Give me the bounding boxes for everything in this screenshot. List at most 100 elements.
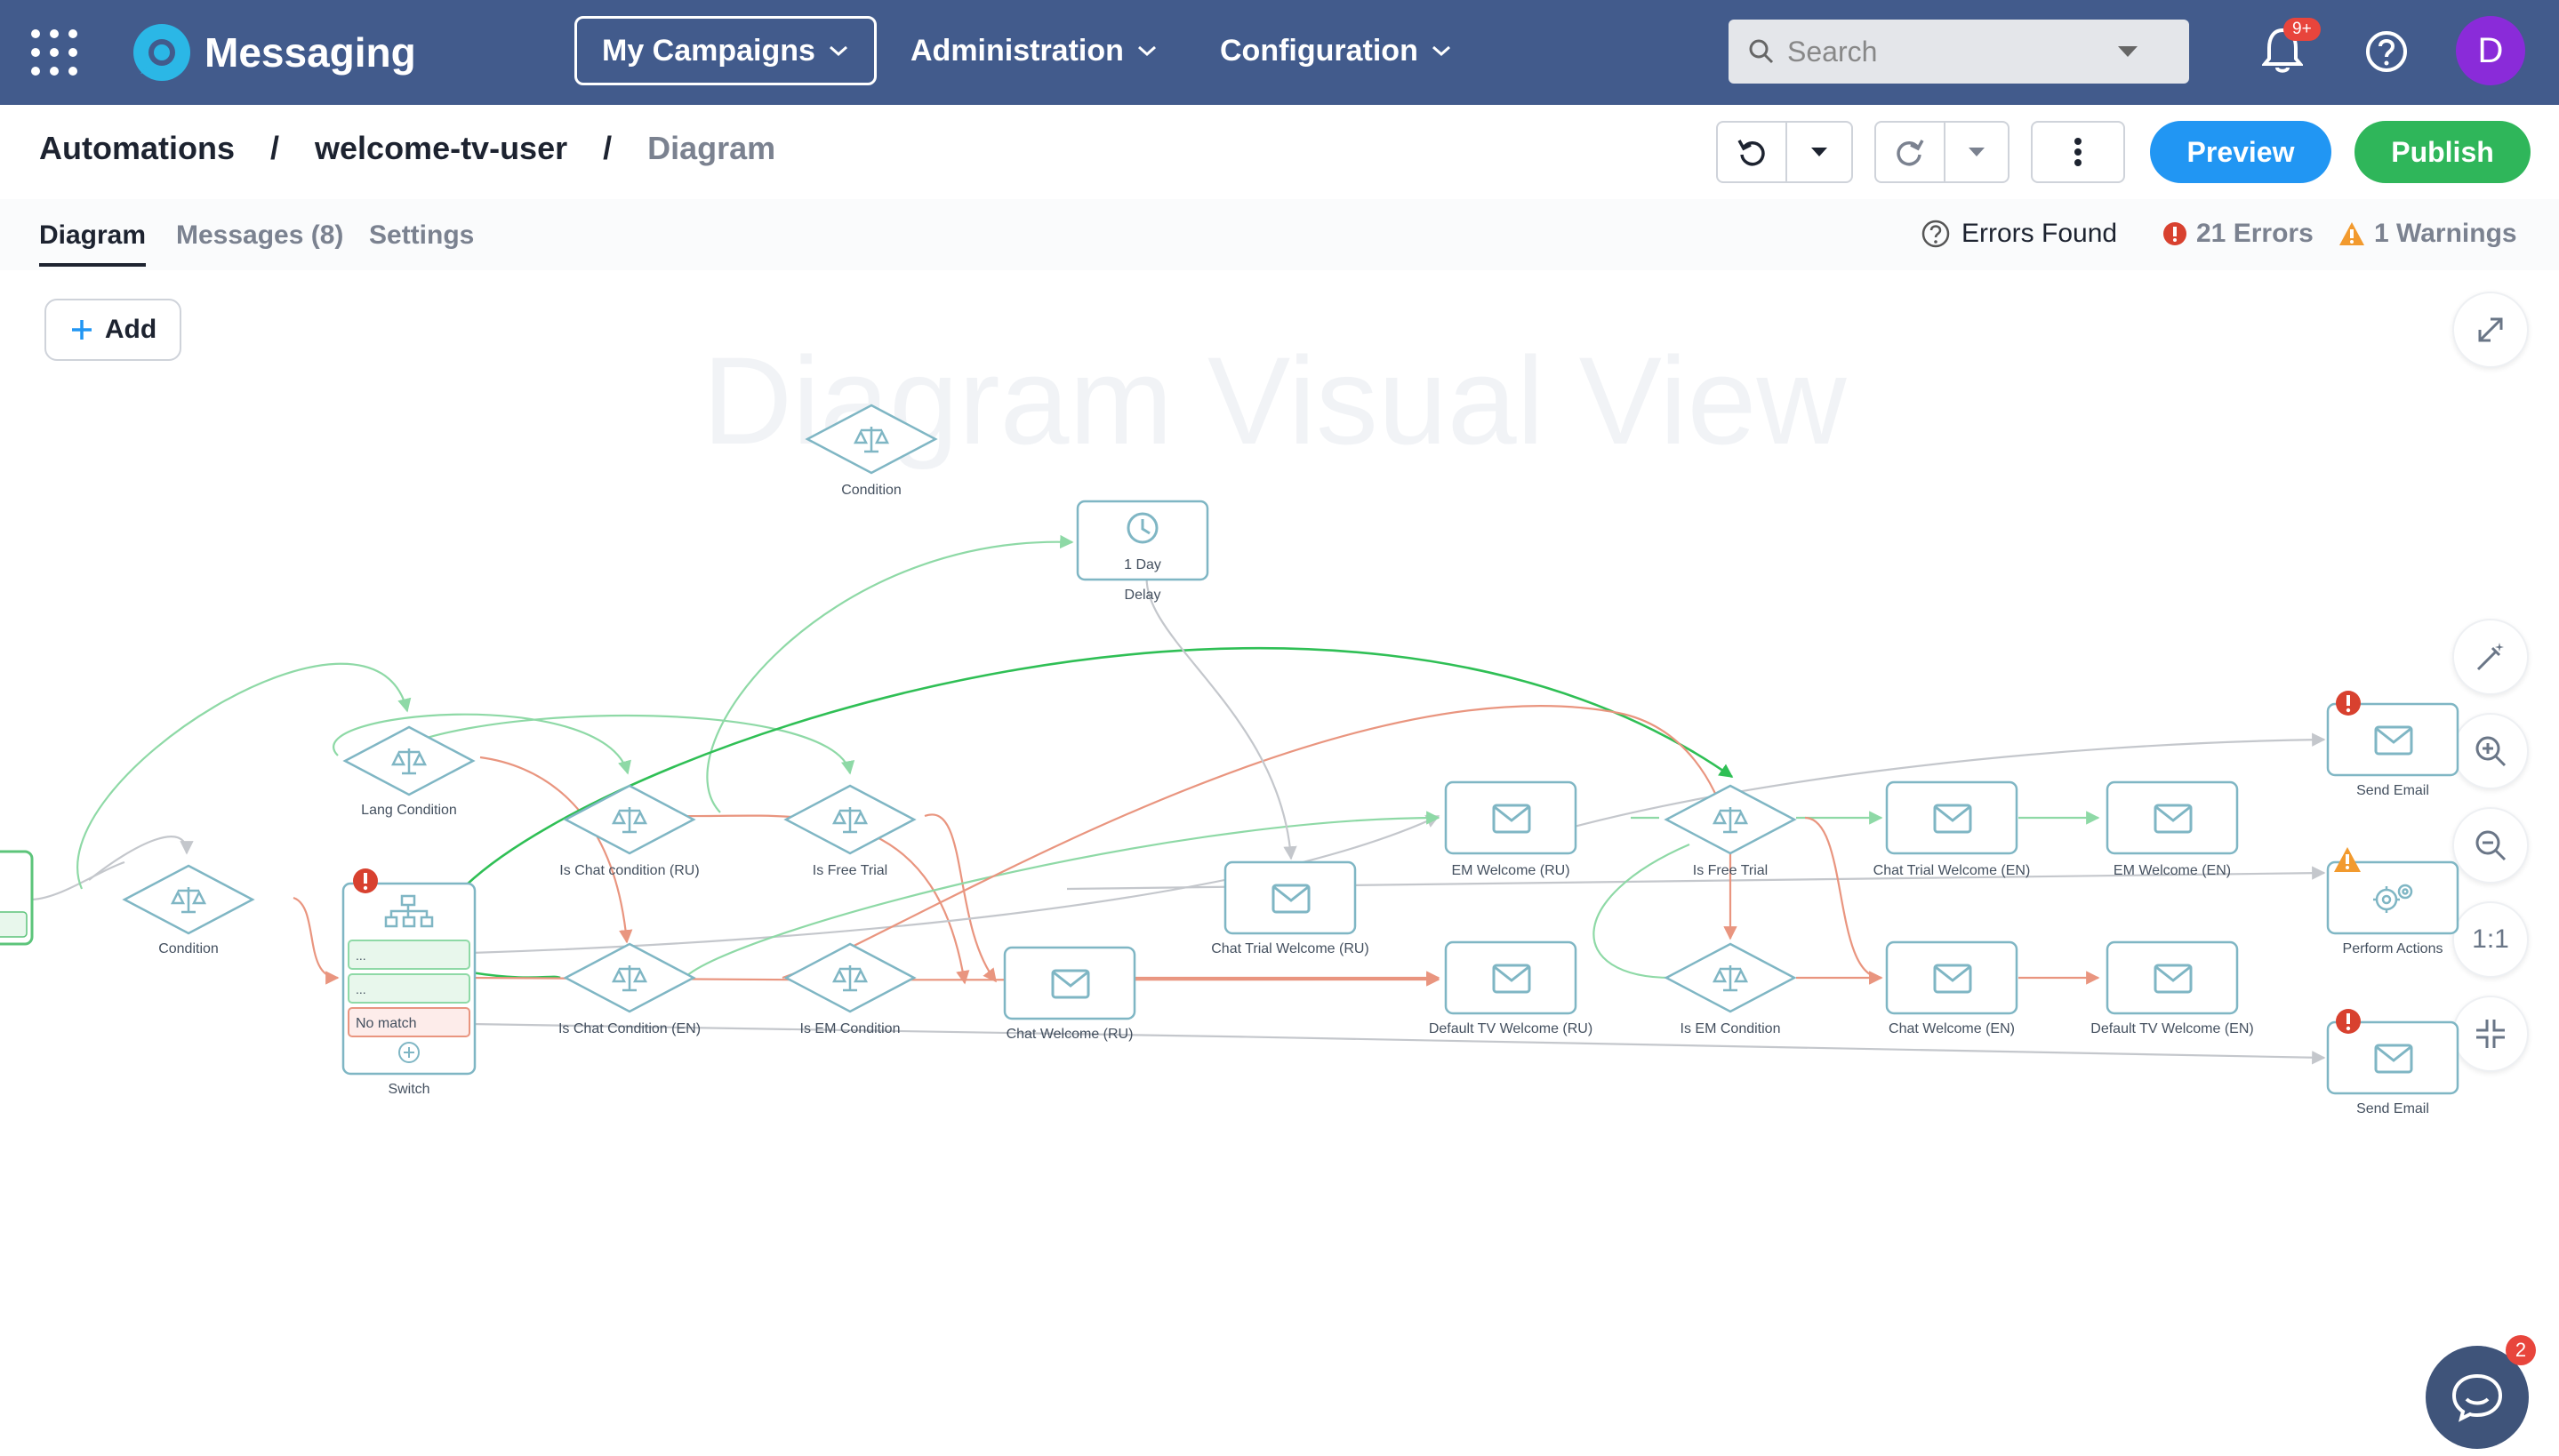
chevron-down-icon [1432, 45, 1450, 57]
node-label: Is Chat condition (RU) [559, 863, 699, 878]
delay-value: 1 Day [1124, 557, 1161, 572]
node-label: EM Welcome (RU) [1451, 863, 1569, 878]
errors-found-label: Errors Found [1961, 219, 2118, 248]
breadcrumb-automations[interactable]: Automations [39, 130, 235, 167]
app-name: Messaging [205, 29, 416, 76]
errors-found-status[interactable]: Errors Found [1921, 219, 2117, 249]
condition-node-left[interactable]: Condition [122, 864, 255, 956]
warning-badge-icon[interactable] [2334, 847, 2361, 872]
tab-messages[interactable]: Messages (8) [176, 220, 343, 263]
tab-settings[interactable]: Settings [369, 220, 474, 263]
chevron-down-icon [1137, 45, 1156, 57]
nav-my-campaigns-label: My Campaigns [602, 33, 815, 68]
node-label: EM Welcome (EN) [2114, 863, 2231, 878]
node-label: Is Free Trial [813, 863, 887, 878]
breadcrumb-separator: / [603, 130, 613, 166]
breadcrumb-separator: / [270, 130, 280, 166]
switch-case-label: ... [356, 982, 366, 996]
node-label: Chat Welcome (RU) [1007, 1027, 1134, 1042]
switch-node[interactable]: ... ... No match Switch [341, 882, 477, 1097]
em-welcome-en-node[interactable]: EM Welcome (EN) [2106, 780, 2239, 878]
node-label: Is Free Trial [1693, 863, 1768, 878]
error-badge-icon[interactable] [2336, 691, 2361, 716]
switch-no-match-label: No match [356, 1016, 416, 1031]
delay-node[interactable]: 1 Day Delay [1076, 500, 1209, 603]
is-em-condition-node-1[interactable]: Is EM Condition [783, 942, 917, 1036]
messaging-logo-icon [133, 24, 190, 81]
undo-group [1716, 121, 1853, 183]
send-email-node-1[interactable]: Send Email [2326, 702, 2459, 798]
node-label: Send Email [2356, 1101, 2429, 1116]
send-email-node-2[interactable]: Send Email [2326, 1020, 2459, 1116]
chat-badge: 2 [2506, 1335, 2536, 1365]
question-circle-icon [1921, 220, 1950, 248]
app-grid-icon[interactable] [28, 27, 80, 78]
tab-diagram[interactable]: Diagram [39, 220, 147, 267]
breadcrumb-campaign[interactable]: welcome-tv-user [315, 130, 567, 167]
nav-administration-label: Administration [910, 33, 1124, 68]
error-icon [2163, 222, 2186, 245]
node-label: Switch [388, 1082, 429, 1097]
search-input[interactable] [1787, 35, 2116, 68]
node-label: Send Email [2356, 783, 2429, 798]
perform-actions-node[interactable]: Perform Actions [2326, 860, 2459, 956]
warnings-count-label: 1 Warnings [2374, 219, 2517, 248]
redo-group [1874, 121, 2009, 183]
search-box[interactable] [1729, 20, 2189, 84]
condition-node-top[interactable]: Condition [805, 404, 938, 498]
preview-button[interactable]: Preview [2150, 121, 2331, 183]
is-em-condition-node-2[interactable]: Is EM Condition [1664, 942, 1797, 1036]
help-icon[interactable] [2365, 30, 2408, 77]
more-options-icon[interactable] [2031, 121, 2125, 183]
publish-button[interactable]: Publish [2354, 121, 2531, 183]
top-navigation-bar: Messaging My Campaigns Administration Co… [0, 0, 2559, 105]
chat-welcome-en-node[interactable]: Chat Welcome (EN) [1885, 940, 2018, 1036]
undo-history-dropdown[interactable] [1787, 123, 1851, 181]
errors-count-label: 21 Errors [2196, 219, 2314, 248]
warnings-count[interactable]: 1 Warnings [2338, 219, 2517, 249]
breadcrumb: Automations / welcome-tv-user / Diagram [39, 130, 775, 167]
chat-welcome-ru-node[interactable]: Chat Welcome (RU) [1003, 946, 1136, 1042]
nav-my-campaigns[interactable]: My Campaigns [574, 16, 877, 85]
node-label: Is Chat Condition (EN) [558, 1021, 701, 1036]
brand[interactable]: Messaging [132, 21, 416, 84]
switch-case-row[interactable] [348, 940, 470, 970]
is-chat-condition-en-node[interactable]: Is Chat Condition (EN) [558, 942, 701, 1036]
node-label: Is EM Condition [1681, 1021, 1781, 1036]
switch-case-row[interactable] [348, 973, 470, 1004]
redo-icon[interactable] [1876, 123, 1945, 181]
nav-administration[interactable]: Administration [910, 16, 1158, 85]
notifications-badge: 9+ [2283, 18, 2321, 41]
user-avatar[interactable]: D [2456, 16, 2525, 85]
chevron-down-icon [829, 45, 847, 57]
chat-trial-welcome-en-node[interactable]: Chat Trial Welcome (EN) [1873, 780, 2031, 878]
redo-history-dropdown[interactable] [1945, 123, 2008, 181]
automation-diagram: Condition 1 Day Delay Lang Condition Con… [0, 404, 2459, 1116]
node-label: Perform Actions [2343, 941, 2443, 956]
default-tv-welcome-ru-node[interactable]: Default TV Welcome (RU) [1429, 940, 1592, 1036]
nav-configuration[interactable]: Configuration [1220, 16, 1452, 85]
em-welcome-ru-node[interactable]: EM Welcome (RU) [1444, 780, 1577, 878]
is-free-trial-node-2[interactable]: Is Free Trial [1664, 784, 1797, 878]
chat-bubble-icon [2451, 1373, 2503, 1422]
errors-count[interactable]: 21 Errors [2162, 219, 2314, 249]
node-label: Is EM Condition [800, 1021, 901, 1036]
undo-icon[interactable] [1718, 123, 1787, 181]
is-free-trial-node-1[interactable]: Is Free Trial [783, 784, 917, 878]
error-badge-icon[interactable] [2336, 1009, 2361, 1034]
offscreen-start-node-row [0, 911, 28, 938]
is-chat-condition-ru-node[interactable]: Is Chat condition (RU) [559, 784, 700, 878]
breadcrumb-current: Diagram [647, 130, 776, 166]
caret-down-icon [1969, 148, 1985, 156]
chat-trial-welcome-ru-node[interactable]: Chat Trial Welcome (RU) [1211, 860, 1369, 956]
switch-case-label: ... [356, 948, 366, 963]
default-tv-welcome-en-node[interactable]: Default TV Welcome (EN) [2090, 940, 2254, 1036]
caret-down-icon[interactable] [2116, 44, 2139, 59]
node-label: Delay [1125, 588, 1161, 603]
error-badge-icon[interactable] [353, 868, 378, 893]
node-label: Chat Welcome (EN) [1889, 1021, 2015, 1036]
nav-configuration-label: Configuration [1220, 33, 1418, 68]
node-label: Condition [841, 483, 902, 498]
node-label: Chat Trial Welcome (EN) [1873, 863, 2031, 878]
lang-condition-node[interactable]: Lang Condition [342, 725, 476, 818]
